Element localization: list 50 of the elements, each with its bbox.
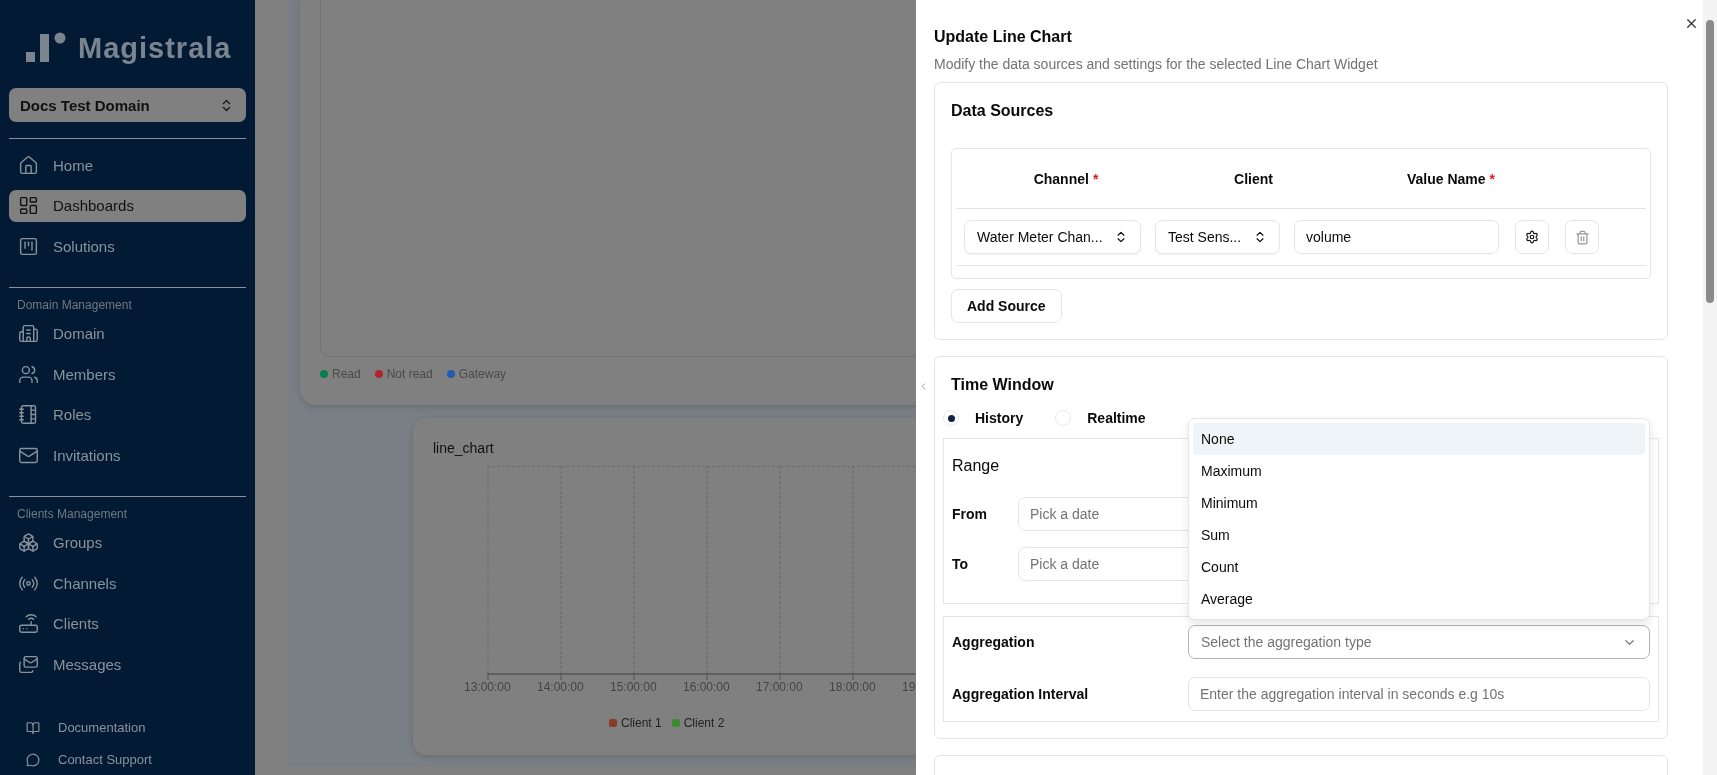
field-label: From [952, 506, 988, 522]
chart-title: line_chart [433, 440, 495, 456]
column-header: Channel * [1032, 170, 1100, 187]
field-label: Aggregation [952, 634, 1036, 650]
range-heading: Range [952, 457, 1000, 475]
footer-link[interactable]: Contact Support [9, 748, 246, 771]
panel-subtitle: Modify the data sources and settings for the selected Line Chart Widget [934, 56, 1379, 72]
nav-item[interactable]: Dashboards [9, 189, 246, 222]
radio-label: Realtime [1087, 410, 1146, 426]
nav-item[interactable]: Solutions [9, 230, 246, 262]
nav-item[interactable]: Roles [9, 398, 246, 431]
value-name-field[interactable]: volume [1294, 220, 1499, 254]
add-source-button[interactable]: Add Source [951, 289, 1062, 323]
axis-tick-label: 19 [902, 680, 916, 694]
section-title: Data Sources [951, 102, 1055, 120]
axis-tick-label: 13:00:00 [464, 680, 511, 694]
domain-select[interactable]: Docs Test Domain [9, 88, 246, 122]
interval-field[interactable]: Enter the aggregation interval in seconds e.g 10s [1188, 677, 1650, 711]
field-label: Aggregation Interval [952, 686, 1090, 702]
legend-label: Client 2 [683, 716, 725, 730]
column-header: Value Name * [1405, 170, 1497, 187]
legend-label: Client 1 [621, 716, 662, 730]
channel-select[interactable]: Water Meter Chan... [964, 220, 1141, 254]
nav-item[interactable]: Channels [9, 567, 246, 599]
nav-item[interactable]: Members [9, 358, 246, 390]
nav-item[interactable]: Messages [9, 648, 246, 680]
field-label: To [952, 556, 970, 572]
axis-tick-label: 16:00:00 [683, 680, 730, 694]
nav-item[interactable]: Domain [9, 317, 246, 350]
radio-label: History [975, 410, 1024, 426]
menu-option[interactable]: Maximum [1193, 455, 1645, 487]
section-heading: Domain Management [16, 297, 133, 314]
axis-tick-label: 14:00:00 [537, 680, 584, 694]
client-select[interactable]: Test Sens... [1155, 220, 1280, 254]
axis-tick-label: 18:00:00 [829, 680, 876, 694]
column-header: Client [1233, 170, 1274, 187]
footer-link[interactable]: Documentation [9, 716, 246, 739]
axis-tick-label: 17:00:00 [756, 680, 803, 694]
menu-option[interactable]: None [1193, 423, 1645, 455]
nav-item[interactable]: Groups [9, 526, 246, 559]
panel-title: Update Line Chart [934, 28, 1073, 46]
nav-item[interactable]: Invitations [9, 439, 246, 471]
section-title: Time Window [951, 376, 1055, 394]
logo-text: Magistrala [78, 31, 232, 65]
nav-item[interactable]: Clients [9, 607, 246, 640]
axis-tick-label: 15:00:00 [610, 680, 657, 694]
menu-option[interactable]: Average [1193, 583, 1645, 615]
aggregation-select[interactable]: Select the aggregation type [1188, 625, 1650, 659]
section-heading: Clients Management [16, 506, 129, 523]
nav-item[interactable]: Home [9, 149, 246, 181]
